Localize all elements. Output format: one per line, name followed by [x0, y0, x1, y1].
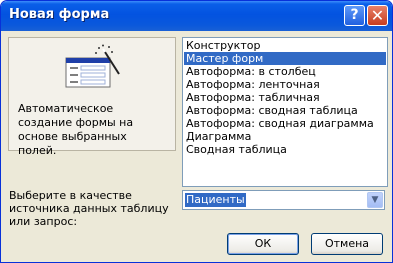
wizard-list-item[interactable]: Автоформа: табличная [184, 91, 386, 104]
wizard-list-item[interactable]: Сводная таблица [184, 143, 386, 156]
wizard-list-item[interactable]: Автоформа: в столбец [184, 65, 386, 78]
close-button[interactable]: ✕ [367, 5, 388, 26]
wizard-list-item[interactable]: Автоформа: ленточная [184, 78, 386, 91]
data-source-value: Пациенты [185, 193, 246, 207]
data-source-combobox[interactable]: Пациенты ▼ [182, 190, 385, 210]
help-button[interactable]: ? [344, 5, 365, 26]
wizard-description: Автоматическое создание формы на основе … [18, 102, 134, 157]
chevron-down-icon: ▼ [371, 195, 379, 205]
form-wizard-icon [65, 44, 120, 88]
close-icon: ✕ [370, 6, 385, 25]
dialog-title: Новая форма [9, 7, 110, 22]
cancel-button[interactable]: Отмена [311, 233, 383, 255]
wizard-list-item[interactable]: Автоформа: сводная таблица [184, 104, 386, 117]
dropdown-button[interactable]: ▼ [367, 192, 383, 208]
wizard-list-item[interactable]: Конструктор [184, 39, 386, 52]
ok-button[interactable]: ОК [227, 233, 299, 255]
new-form-dialog: Новая форма ? ✕ Автоматическое создание … [0, 0, 393, 263]
help-icon: ? [350, 7, 359, 23]
wizard-type-list[interactable]: Конструктор Мастер форм Автоформа: в столб… [182, 37, 388, 187]
wizard-list-item[interactable]: Диаграмма [184, 130, 386, 143]
wizard-list-item[interactable]: Автоформа: сводная диаграмма [184, 117, 386, 130]
wizard-list-item[interactable]: Мастер форм [184, 52, 386, 65]
title-bar[interactable]: Новая форма ? ✕ [1, 1, 392, 31]
wizard-preview-panel: Автоматическое создание формы на основе … [8, 37, 176, 157]
data-source-label: Выберите в качестве источника данных таб… [9, 189, 169, 228]
